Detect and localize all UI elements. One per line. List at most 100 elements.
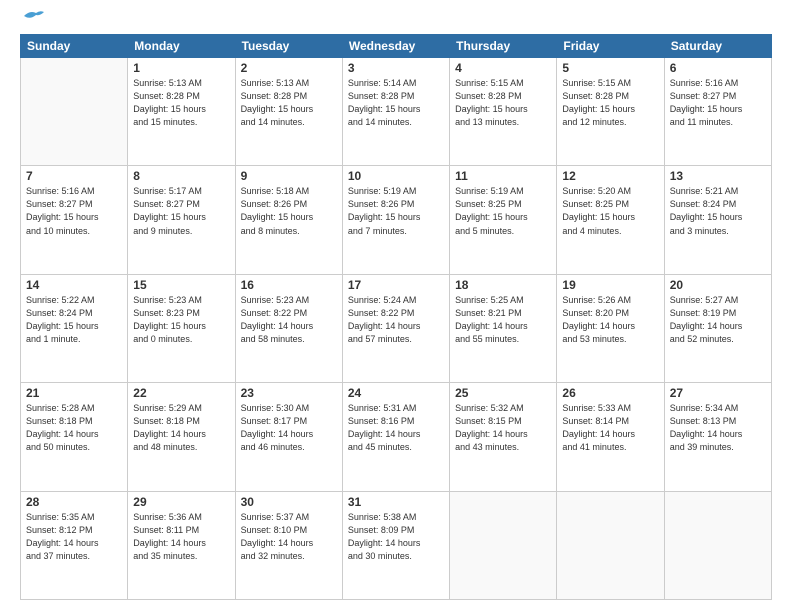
day-number: 9 (241, 169, 337, 183)
cell-info: Sunrise: 5:13 AM Sunset: 8:28 PM Dayligh… (133, 77, 229, 129)
cell-info: Sunrise: 5:38 AM Sunset: 8:09 PM Dayligh… (348, 511, 444, 563)
day-number: 1 (133, 61, 229, 75)
day-number: 18 (455, 278, 551, 292)
calendar-cell: 3 Sunrise: 5:14 AM Sunset: 8:28 PM Daylig… (342, 58, 449, 166)
day-number: 3 (348, 61, 444, 75)
day-number: 10 (348, 169, 444, 183)
day-number: 30 (241, 495, 337, 509)
calendar-col-header: Sunday (21, 35, 128, 58)
day-number: 19 (562, 278, 658, 292)
calendar-cell: 15 Sunrise: 5:23 AM Sunset: 8:23 PM Dayli… (128, 274, 235, 382)
calendar-cell: 24 Sunrise: 5:31 AM Sunset: 8:16 PM Dayli… (342, 383, 449, 491)
calendar-cell: 14 Sunrise: 5:22 AM Sunset: 8:24 PM Dayli… (21, 274, 128, 382)
logo (20, 16, 44, 24)
cell-info: Sunrise: 5:24 AM Sunset: 8:22 PM Dayligh… (348, 294, 444, 346)
calendar-cell (664, 491, 771, 599)
calendar-week-row: 21Sunrise: 5:28 AM Sunset: 8:18 PM Dayli… (21, 383, 772, 491)
cell-info: Sunrise: 5:31 AM Sunset: 8:16 PM Dayligh… (348, 402, 444, 454)
cell-info: Sunrise: 5:14 AM Sunset: 8:28 PM Dayligh… (348, 77, 444, 129)
day-number: 15 (133, 278, 229, 292)
cell-info: Sunrise: 5:30 AM Sunset: 8:17 PM Dayligh… (241, 402, 337, 454)
cell-info: Sunrise: 5:15 AM Sunset: 8:28 PM Dayligh… (455, 77, 551, 129)
calendar-cell: 31Sunrise: 5:38 AM Sunset: 8:09 PM Dayli… (342, 491, 449, 599)
calendar-cell: 18 Sunrise: 5:25 AM Sunset: 8:21 PM Dayli… (450, 274, 557, 382)
calendar-col-header: Wednesday (342, 35, 449, 58)
day-number: 29 (133, 495, 229, 509)
calendar-cell: 4 Sunrise: 5:15 AM Sunset: 8:28 PM Daylig… (450, 58, 557, 166)
calendar-cell: 11 Sunrise: 5:19 AM Sunset: 8:25 PM Dayli… (450, 166, 557, 274)
calendar-week-row: 28Sunrise: 5:35 AM Sunset: 8:12 PM Dayli… (21, 491, 772, 599)
calendar-cell: 10 Sunrise: 5:19 AM Sunset: 8:26 PM Dayli… (342, 166, 449, 274)
day-number: 2 (241, 61, 337, 75)
cell-info: Sunrise: 5:16 AM Sunset: 8:27 PM Dayligh… (670, 77, 766, 129)
calendar-week-row: 7 Sunrise: 5:16 AM Sunset: 8:27 PM Daylig… (21, 166, 772, 274)
logo-bird-icon (22, 8, 44, 24)
calendar-cell: 21Sunrise: 5:28 AM Sunset: 8:18 PM Dayli… (21, 383, 128, 491)
calendar-cell (557, 491, 664, 599)
cell-info: Sunrise: 5:23 AM Sunset: 8:22 PM Dayligh… (241, 294, 337, 346)
cell-info: Sunrise: 5:20 AM Sunset: 8:25 PM Dayligh… (562, 185, 658, 237)
cell-info: Sunrise: 5:33 AM Sunset: 8:14 PM Dayligh… (562, 402, 658, 454)
cell-info: Sunrise: 5:26 AM Sunset: 8:20 PM Dayligh… (562, 294, 658, 346)
calendar-cell: 13 Sunrise: 5:21 AM Sunset: 8:24 PM Dayli… (664, 166, 771, 274)
calendar-cell: 17 Sunrise: 5:24 AM Sunset: 8:22 PM Dayli… (342, 274, 449, 382)
cell-info: Sunrise: 5:34 AM Sunset: 8:13 PM Dayligh… (670, 402, 766, 454)
day-number: 4 (455, 61, 551, 75)
calendar-cell: 28Sunrise: 5:35 AM Sunset: 8:12 PM Dayli… (21, 491, 128, 599)
header (20, 16, 772, 24)
calendar-cell (450, 491, 557, 599)
cell-info: Sunrise: 5:23 AM Sunset: 8:23 PM Dayligh… (133, 294, 229, 346)
calendar-cell: 30 Sunrise: 5:37 AM Sunset: 8:10 PM Dayli… (235, 491, 342, 599)
cell-info: Sunrise: 5:16 AM Sunset: 8:27 PM Dayligh… (26, 185, 122, 237)
cell-info: Sunrise: 5:28 AM Sunset: 8:18 PM Dayligh… (26, 402, 122, 454)
calendar-header-row: SundayMondayTuesdayWednesdayThursdayFrid… (21, 35, 772, 58)
day-number: 16 (241, 278, 337, 292)
calendar-cell: 1 Sunrise: 5:13 AM Sunset: 8:28 PM Daylig… (128, 58, 235, 166)
calendar-col-header: Saturday (664, 35, 771, 58)
day-number: 28 (26, 495, 122, 509)
cell-info: Sunrise: 5:18 AM Sunset: 8:26 PM Dayligh… (241, 185, 337, 237)
day-number: 20 (670, 278, 766, 292)
calendar-cell: 9 Sunrise: 5:18 AM Sunset: 8:26 PM Daylig… (235, 166, 342, 274)
day-number: 12 (562, 169, 658, 183)
day-number: 13 (670, 169, 766, 183)
page: SundayMondayTuesdayWednesdayThursdayFrid… (0, 0, 792, 612)
cell-info: Sunrise: 5:36 AM Sunset: 8:11 PM Dayligh… (133, 511, 229, 563)
day-number: 17 (348, 278, 444, 292)
cell-info: Sunrise: 5:15 AM Sunset: 8:28 PM Dayligh… (562, 77, 658, 129)
day-number: 11 (455, 169, 551, 183)
cell-info: Sunrise: 5:37 AM Sunset: 8:10 PM Dayligh… (241, 511, 337, 563)
calendar-cell: 25Sunrise: 5:32 AM Sunset: 8:15 PM Dayli… (450, 383, 557, 491)
cell-info: Sunrise: 5:32 AM Sunset: 8:15 PM Dayligh… (455, 402, 551, 454)
day-number: 22 (133, 386, 229, 400)
day-number: 27 (670, 386, 766, 400)
cell-info: Sunrise: 5:27 AM Sunset: 8:19 PM Dayligh… (670, 294, 766, 346)
calendar-cell: 19 Sunrise: 5:26 AM Sunset: 8:20 PM Dayli… (557, 274, 664, 382)
cell-info: Sunrise: 5:25 AM Sunset: 8:21 PM Dayligh… (455, 294, 551, 346)
cell-info: Sunrise: 5:13 AM Sunset: 8:28 PM Dayligh… (241, 77, 337, 129)
calendar-week-row: 1 Sunrise: 5:13 AM Sunset: 8:28 PM Daylig… (21, 58, 772, 166)
calendar-cell: 2 Sunrise: 5:13 AM Sunset: 8:28 PM Daylig… (235, 58, 342, 166)
calendar-cell: 7 Sunrise: 5:16 AM Sunset: 8:27 PM Daylig… (21, 166, 128, 274)
day-number: 24 (348, 386, 444, 400)
day-number: 14 (26, 278, 122, 292)
cell-info: Sunrise: 5:22 AM Sunset: 8:24 PM Dayligh… (26, 294, 122, 346)
calendar-cell (21, 58, 128, 166)
day-number: 6 (670, 61, 766, 75)
calendar-col-header: Tuesday (235, 35, 342, 58)
calendar-cell: 20 Sunrise: 5:27 AM Sunset: 8:19 PM Dayli… (664, 274, 771, 382)
cell-info: Sunrise: 5:19 AM Sunset: 8:25 PM Dayligh… (455, 185, 551, 237)
day-number: 7 (26, 169, 122, 183)
calendar-cell: 16 Sunrise: 5:23 AM Sunset: 8:22 PM Dayli… (235, 274, 342, 382)
calendar-cell: 27 Sunrise: 5:34 AM Sunset: 8:13 PM Dayli… (664, 383, 771, 491)
calendar-col-header: Thursday (450, 35, 557, 58)
cell-info: Sunrise: 5:29 AM Sunset: 8:18 PM Dayligh… (133, 402, 229, 454)
calendar-cell: 26Sunrise: 5:33 AM Sunset: 8:14 PM Dayli… (557, 383, 664, 491)
cell-info: Sunrise: 5:17 AM Sunset: 8:27 PM Dayligh… (133, 185, 229, 237)
calendar-week-row: 14 Sunrise: 5:22 AM Sunset: 8:24 PM Dayli… (21, 274, 772, 382)
calendar-col-header: Friday (557, 35, 664, 58)
calendar-cell: 29 Sunrise: 5:36 AM Sunset: 8:11 PM Dayli… (128, 491, 235, 599)
cell-info: Sunrise: 5:19 AM Sunset: 8:26 PM Dayligh… (348, 185, 444, 237)
cell-info: Sunrise: 5:21 AM Sunset: 8:24 PM Dayligh… (670, 185, 766, 237)
calendar-cell: 5Sunrise: 5:15 AM Sunset: 8:28 PM Daylig… (557, 58, 664, 166)
